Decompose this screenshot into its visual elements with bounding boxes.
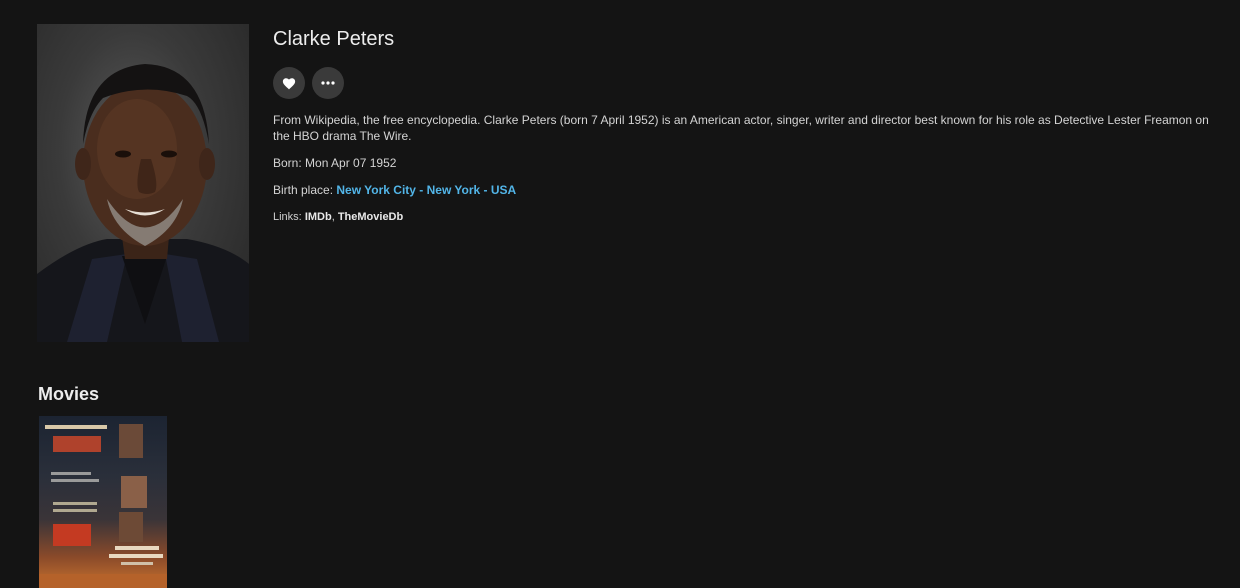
birthplace-label: Birth place:: [273, 183, 334, 197]
action-buttons: [273, 67, 1223, 99]
links-separator: ,: [331, 211, 335, 223]
born-row: Born: Mon Apr 07 1952: [273, 156, 1223, 171]
heart-icon: [282, 77, 296, 89]
birthplace-link[interactable]: New York City - New York - USA: [336, 183, 516, 197]
imdb-link[interactable]: IMDb: [305, 211, 332, 223]
person-detail: Clarke Peters From Wikipedia, the free e…: [273, 26, 1223, 225]
links-label: Links:: [273, 211, 302, 223]
more-options-button[interactable]: [312, 67, 344, 99]
movies-section-title: Movies: [38, 384, 100, 404]
favorite-button[interactable]: [273, 67, 305, 99]
person-overview: From Wikipedia, the free encyclopedia. C…: [273, 113, 1209, 143]
person-portrait-image: [37, 24, 249, 342]
born-value: Mon Apr 07 1952: [305, 156, 397, 170]
born-label: Born:: [273, 156, 302, 170]
movie-poster-image: [39, 424, 167, 588]
birthplace-row: Birth place: New York City - New York - …: [273, 183, 1223, 198]
links-row: Links: IMDb, TheMovieDb: [273, 210, 1223, 225]
person-detail-page: Clarke Peters From Wikipedia, the free e…: [0, 0, 1240, 588]
person-name: Clarke Peters: [273, 28, 395, 50]
movie-poster-card[interactable]: [39, 416, 167, 588]
themoviedb-link[interactable]: TheMovieDb: [338, 211, 403, 223]
more-horizontal-icon: [321, 81, 335, 85]
